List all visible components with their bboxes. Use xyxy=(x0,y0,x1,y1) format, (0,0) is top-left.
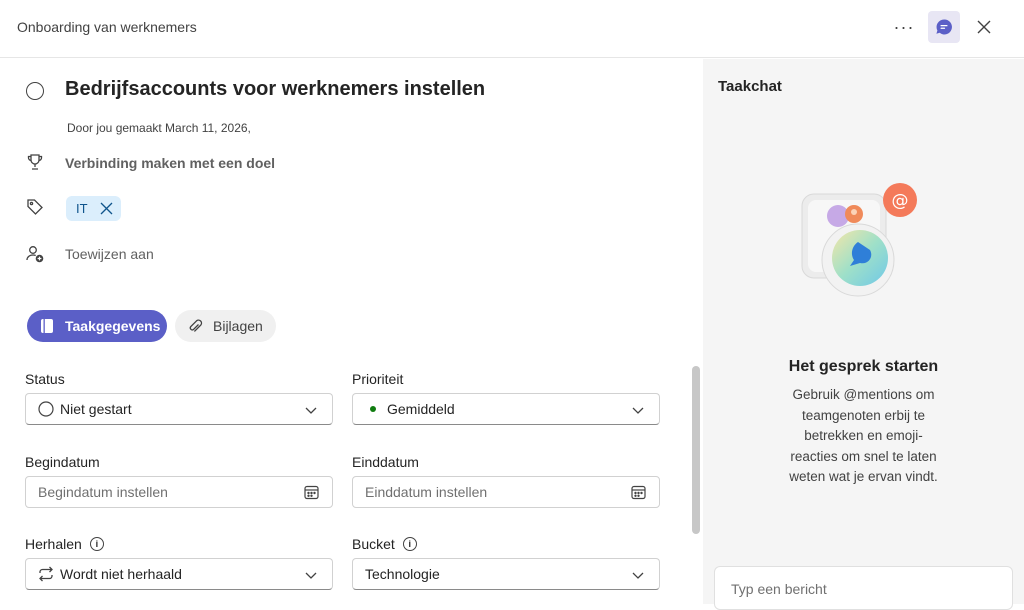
chat-illustration: @ xyxy=(801,183,917,297)
chevron-down-icon xyxy=(632,572,644,579)
chevron-down-icon xyxy=(305,407,317,414)
close-button[interactable] xyxy=(968,11,1000,43)
priority-value: Gemiddeld xyxy=(387,401,455,417)
created-info: Door jou gemaakt March 11, 2026, xyxy=(67,121,251,135)
window-title: Onboarding van werknemers xyxy=(17,19,197,35)
svg-text:@: @ xyxy=(892,191,909,211)
tag-icon xyxy=(25,197,45,217)
chat-icon xyxy=(936,19,952,35)
start-date-field[interactable]: Begindatum instellen xyxy=(25,476,333,508)
priority-medium-icon xyxy=(365,401,381,417)
info-icon[interactable]: i xyxy=(402,537,417,551)
close-icon xyxy=(977,20,991,34)
calendar-icon[interactable] xyxy=(304,485,319,500)
priority-label: Prioriteit xyxy=(352,371,404,387)
priority-dropdown[interactable]: Gemiddeld xyxy=(352,393,660,425)
task-chat-title: Taakchat xyxy=(718,78,782,95)
assign-to-field[interactable]: Toewijzen aan xyxy=(65,246,154,262)
status-label: Status xyxy=(25,371,65,387)
bucket-dropdown[interactable]: Technologie xyxy=(352,558,660,590)
more-options-button[interactable]: ··· xyxy=(888,11,920,43)
chevron-down-icon xyxy=(632,407,644,414)
not-started-icon xyxy=(38,401,54,417)
repeat-label: Herhalen i xyxy=(25,536,104,552)
notebook-icon xyxy=(39,318,55,334)
message-input[interactable]: Typ een bericht xyxy=(714,566,1013,610)
tag-label: IT xyxy=(76,201,88,216)
scrollbar[interactable] xyxy=(692,366,700,534)
complete-task-checkbox[interactable] xyxy=(26,82,44,100)
remove-tag-icon[interactable] xyxy=(100,202,113,215)
assign-person-icon xyxy=(25,244,45,264)
tab-attachments[interactable]: Bijlagen xyxy=(175,310,276,342)
status-value: Niet gestart xyxy=(60,401,132,417)
calendar-icon[interactable] xyxy=(631,485,646,500)
end-date-label: Einddatum xyxy=(352,454,419,470)
connect-goal-link[interactable]: Verbinding maken met een doel xyxy=(65,155,275,171)
start-conversation-heading: Het gesprek starten xyxy=(788,358,939,375)
more-icon: ··· xyxy=(893,16,915,37)
repeat-icon xyxy=(38,566,54,582)
repeat-value: Wordt niet herhaald xyxy=(60,566,182,582)
tab-attachments-label: Bijlagen xyxy=(213,318,263,334)
status-dropdown[interactable]: Niet gestart xyxy=(25,393,333,425)
bucket-label: Bucket i xyxy=(352,536,417,552)
start-conversation-text: Gebruik @mentions om teamgenoten erbij t… xyxy=(789,387,938,484)
end-date-placeholder: Einddatum instellen xyxy=(365,484,488,500)
title-bar: Onboarding van werknemers ··· xyxy=(0,0,1024,58)
start-date-placeholder: Begindatum instellen xyxy=(38,484,168,500)
info-icon[interactable]: i xyxy=(89,537,104,551)
repeat-dropdown[interactable]: Wordt niet herhaald xyxy=(25,558,333,590)
bucket-value: Technologie xyxy=(365,566,440,582)
chevron-down-icon xyxy=(305,572,317,579)
trophy-icon xyxy=(25,152,45,172)
paperclip-icon xyxy=(187,318,203,334)
tab-task-details-label: Taakgegevens xyxy=(65,318,161,334)
label-tag-it[interactable]: IT xyxy=(66,196,121,221)
chat-toggle-button[interactable] xyxy=(928,11,960,43)
message-placeholder: Typ een bericht xyxy=(731,581,827,597)
end-date-field[interactable]: Einddatum instellen xyxy=(352,476,660,508)
task-title[interactable]: Bedrijfsaccounts voor werknemers instell… xyxy=(65,78,485,101)
tab-task-details[interactable]: Taakgegevens xyxy=(27,310,167,342)
start-date-label: Begindatum xyxy=(25,454,100,470)
task-chat-panel xyxy=(703,59,1024,604)
